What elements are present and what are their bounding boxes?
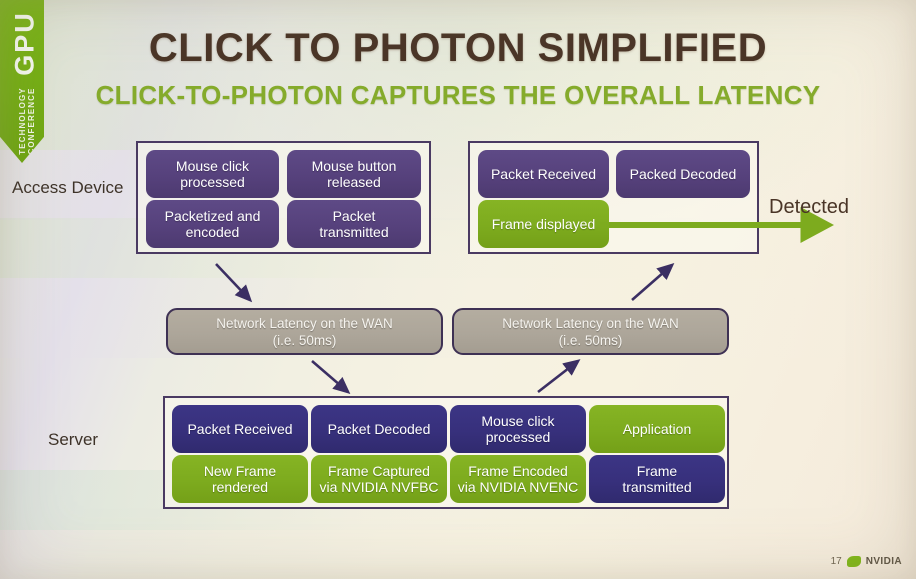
detected-label: Detected: [769, 196, 850, 218]
background-band: [0, 0, 916, 150]
server-group: Packet Received Packet Decoded Mouse cli…: [163, 396, 729, 509]
process-cell: Mouse button released: [287, 150, 421, 198]
process-cell: Packetized and encoded: [146, 200, 279, 248]
arrow-wan-to-server: [311, 360, 351, 395]
nvidia-logo-text: NVIDIA: [865, 556, 902, 567]
process-cell: Application: [589, 405, 725, 453]
process-cell: Frame Encoded via NVIDIA NVENC: [450, 455, 586, 503]
process-cell: Packet transmitted: [287, 200, 421, 248]
process-cell: Packet Received: [172, 405, 308, 453]
process-cell: Packet Received: [478, 150, 609, 198]
row-label-access-device: Access Device: [12, 178, 124, 197]
process-cell: Packet Decoded: [311, 405, 447, 453]
access-device-left-group: Mouse click processed Mouse button relea…: [136, 141, 431, 254]
network-latency-box-right: Network Latency on the WAN (i.e. 50ms): [452, 308, 729, 355]
process-cell: Frame Captured via NVIDIA NVFBC: [311, 455, 447, 503]
nvidia-eye-icon: [846, 556, 861, 567]
process-cell: Mouse click processed: [146, 150, 279, 198]
slide-canvas: GPU TECHNOLOGY CONFERENCE CLICK TO PHOTO…: [0, 0, 916, 579]
process-cell: Packed Decoded: [616, 150, 750, 198]
gtc-banner-conference-text: TECHNOLOGY CONFERENCE: [18, 87, 36, 155]
slide-subtitle: CLICK-TO-PHOTON CAPTURES THE OVERALL LAT…: [95, 80, 821, 110]
access-device-right-group: Packet Received Packed Decoded Frame dis…: [468, 141, 759, 254]
process-cell: New Frame rendered: [172, 455, 308, 503]
page-number: 17: [830, 556, 842, 567]
process-cell: Frame displayed: [478, 200, 609, 248]
process-cell: Mouse click processed: [450, 405, 586, 453]
slide-footer: 17 NVIDIA: [831, 556, 902, 567]
slide-title: CLICK TO PHOTON SIMPLIFIED: [148, 26, 768, 70]
process-cell: Frame transmitted: [589, 455, 725, 503]
network-latency-box-left: Network Latency on the WAN (i.e. 50ms): [166, 308, 443, 355]
gtc-banner-logo: GPU TECHNOLOGY CONFERENCE: [0, 0, 44, 163]
arrow-server-to-wan: [537, 359, 581, 394]
background-band: [0, 530, 916, 579]
row-label-server: Server: [48, 430, 99, 449]
arrow-wan-to-access: [631, 262, 675, 301]
arrow-access-to-wan: [215, 263, 253, 303]
